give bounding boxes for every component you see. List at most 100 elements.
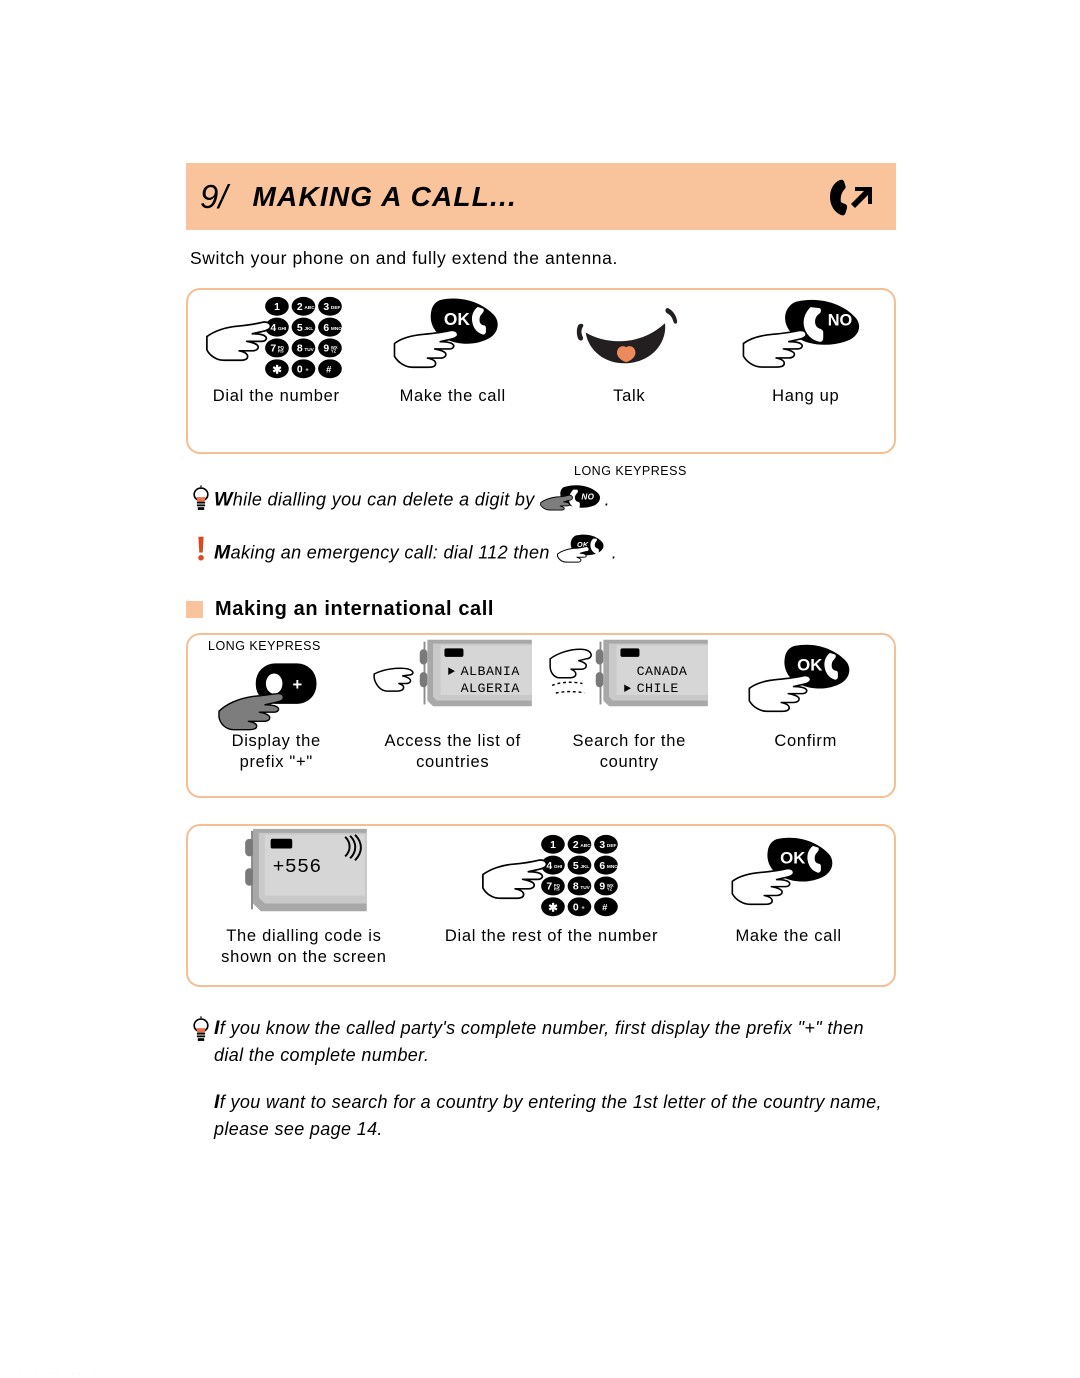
svg-text:8: 8	[572, 881, 578, 892]
svg-text:+: +	[293, 675, 303, 694]
tip-text: Making an emergency call: dial 112 then …	[214, 533, 617, 574]
svg-text:DEF: DEF	[331, 305, 341, 311]
tip-text: While dialling you can delete a digit by…	[214, 483, 610, 518]
svg-text:DEF: DEF	[606, 843, 616, 849]
no-key-with-hand-icon: NO	[718, 290, 895, 386]
chapter-number: 9/	[200, 177, 228, 215]
svg-text:4: 4	[546, 860, 552, 871]
international-call-steps-panel: LONG KEYPRESS + Display the prefix "+" A…	[186, 633, 896, 798]
svg-text:3: 3	[324, 302, 330, 313]
tip-body: f you want to search for a country by en…	[214, 1092, 882, 1140]
tip-body: hile dialling you can delete a digit by	[232, 489, 535, 510]
phone-outgoing-call-icon	[822, 171, 878, 223]
section-heading: Making an international call	[186, 598, 494, 621]
lightbulb-icon	[188, 483, 214, 513]
page-header-banner: 9/ MAKING A CALL...	[186, 163, 896, 230]
svg-text:NO: NO	[581, 492, 594, 501]
svg-text:TUV: TUV	[580, 884, 590, 890]
svg-text:6: 6	[324, 322, 330, 333]
svg-text:1: 1	[274, 302, 280, 313]
svg-text:ALGERIA: ALGERIA	[460, 681, 519, 696]
svg-text:1: 1	[550, 840, 556, 851]
step-hang-up: NO Hang up	[718, 290, 895, 452]
svg-text:6: 6	[599, 860, 605, 871]
svg-text:3: 3	[599, 840, 605, 851]
ok-key-with-hand-icon: OK	[554, 533, 608, 574]
svg-text:5: 5	[297, 322, 303, 333]
step-make-the-call: OK Make the call	[365, 290, 542, 452]
svg-text:CHILE: CHILE	[637, 681, 679, 696]
step-search-country: CANADA CHILE Search for the country	[541, 635, 718, 796]
step-confirm: OK Confirm	[718, 635, 895, 796]
step-label: Dial the rest of the number	[444, 927, 659, 945]
svg-text:#: #	[602, 902, 608, 913]
svg-text:JKL: JKL	[580, 863, 589, 869]
svg-text:9: 9	[599, 881, 605, 892]
square-bullet-icon	[186, 601, 203, 618]
svg-text:✱: ✱	[548, 902, 558, 914]
keypad-with-pointing-hand-icon: 1 2 ABC 3 DEF 4 GHI 5 JKL 6 MNO 7 PQ RS 8 TUV 9W…	[188, 290, 365, 386]
svg-text:TUV: TUV	[305, 346, 315, 352]
step-label: Make the call	[399, 387, 506, 405]
long-keypress-note: LONG KEYPRESS	[574, 464, 687, 478]
svg-text:4: 4	[271, 322, 277, 333]
svg-text:OK: OK	[780, 849, 805, 868]
phone-screen-dialling-code-icon: +556	[188, 826, 420, 926]
keypad-with-pointing-hand-icon: 1 2 ABC 3 DEF 4 GHI 5 JKL 6 MNO 7 PQ RS 8 TUV 9W…	[420, 826, 683, 926]
tip-body: aking an emergency call: dial 112 then	[230, 542, 550, 563]
tip-text: If you want to search for a country by e…	[214, 1088, 894, 1142]
svg-text:NO: NO	[828, 311, 852, 329]
svg-text:9: 9	[324, 343, 330, 354]
section-title: Making an international call	[215, 598, 495, 620]
ok-key-with-hand-icon: OK	[718, 635, 895, 731]
svg-text:8: 8	[297, 343, 303, 354]
page-footer-faint: ............	[20, 1370, 109, 1376]
lightbulb-icon	[188, 1014, 214, 1044]
step-label: The dialling code is shown on the screen	[221, 927, 387, 966]
svg-text:#: #	[326, 364, 332, 375]
svg-text:5: 5	[572, 860, 578, 871]
step-label: Confirm	[774, 732, 838, 750]
svg-text:MNO: MNO	[606, 863, 617, 869]
screen-value: +556	[273, 856, 322, 878]
page-title: MAKING A CALL...	[252, 180, 517, 212]
svg-text:OK: OK	[797, 656, 822, 675]
tip-lead-letter: M	[214, 541, 231, 564]
svg-text:✱: ✱	[272, 364, 282, 376]
step-label: Search for the country	[572, 732, 686, 771]
tip-lead-letter: W	[214, 488, 233, 511]
svg-text:7: 7	[546, 881, 552, 892]
svg-text:YZ: YZ	[606, 886, 612, 891]
svg-text:RS: RS	[553, 886, 559, 891]
svg-text:JKL: JKL	[305, 325, 314, 331]
step-label: Talk	[613, 387, 646, 405]
svg-text:7: 7	[271, 343, 277, 354]
ok-key-with-hand-icon: OK	[683, 826, 894, 926]
tip-text: If you know the called party's complete …	[214, 1014, 888, 1068]
step-label: Make the call	[735, 927, 842, 945]
talking-mouth-icon	[541, 290, 718, 386]
tip-search-by-letter: If you want to search for a country by e…	[214, 1088, 894, 1142]
svg-text:ALBANIA: ALBANIA	[460, 663, 519, 678]
tip-delete-digit: While dialling you can delete a digit by…	[188, 483, 888, 518]
svg-text:YZ: YZ	[331, 348, 337, 353]
step-access-country-list: ALBANIA ALGERIA Access the list of count…	[365, 635, 542, 796]
svg-text:OK: OK	[444, 309, 471, 329]
svg-text:CANADA: CANADA	[637, 663, 688, 678]
svg-text:0: 0	[572, 902, 578, 913]
step-label: Hang up	[772, 387, 840, 405]
step-talk: Talk	[541, 290, 718, 452]
basic-call-steps-panel: 1 2 ABC 3 DEF 4 GHI 5 JKL 6 MNO 7 PQ RS 8 TUV 9W…	[186, 288, 896, 454]
svg-text:RS: RS	[278, 348, 284, 353]
phone-screen-country-list-scrolled-icon: CANADA CHILE	[541, 635, 718, 731]
step-dial-the-number: 1 2 ABC 3 DEF 4 GHI 5 JKL 6 MNO 7 PQ RS 8 TUV 9W…	[188, 290, 365, 452]
tip-body: f you know the called party's complete n…	[214, 1018, 864, 1066]
step-display-prefix: LONG KEYPRESS + Display the prefix "+"	[188, 635, 365, 796]
svg-text:ABC: ABC	[305, 305, 316, 311]
svg-text:2: 2	[297, 302, 303, 313]
svg-text:GHI: GHI	[278, 325, 286, 331]
phone-screen-country-list-icon: ALBANIA ALGERIA	[365, 635, 542, 731]
svg-text:GHI: GHI	[553, 863, 561, 869]
svg-text:0: 0	[297, 364, 303, 375]
step-dial-rest-of-number: 1 2 ABC 3 DEF 4 GHI 5 JKL 6 MNO 7 PQ RS 8 TUV 9W…	[420, 826, 683, 985]
